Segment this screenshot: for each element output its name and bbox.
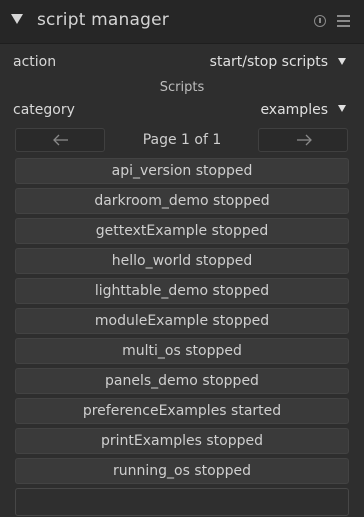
page-indicator: Page 1 of 1 (142, 132, 222, 148)
empty-script-slot[interactable] (15, 488, 349, 516)
category-value[interactable]: examples (260, 102, 328, 118)
action-label: action (13, 54, 57, 70)
script-button[interactable]: preferenceExamples started (15, 398, 349, 424)
script-button[interactable]: api_version stopped (15, 158, 349, 184)
arrow-right-icon (297, 134, 312, 146)
dropdown-arrow-icon[interactable] (338, 58, 346, 65)
dropdown-arrow-icon[interactable] (338, 105, 346, 112)
previous-page-button[interactable] (15, 128, 105, 152)
action-value[interactable]: start/stop scripts (210, 54, 328, 70)
collapse-arrow-icon[interactable] (11, 14, 23, 24)
reset-icon[interactable] (314, 15, 326, 27)
script-button[interactable]: multi_os stopped (15, 338, 349, 364)
script-button[interactable]: printExamples stopped (15, 428, 349, 454)
script-manager-panel: script manager action start/stop scripts… (0, 0, 364, 517)
script-button[interactable]: running_os stopped (15, 458, 349, 484)
script-button[interactable]: gettextExample stopped (15, 218, 349, 244)
presets-menu-icon[interactable] (337, 15, 350, 27)
script-list: api_version stopped darkroom_demo stoppe… (15, 158, 349, 517)
module-header[interactable]: script manager (0, 0, 364, 44)
script-button[interactable]: darkroom_demo stopped (15, 188, 349, 214)
script-button[interactable]: moduleExample stopped (15, 308, 349, 334)
arrow-left-icon (53, 134, 68, 146)
module-title: script manager (37, 10, 169, 30)
script-button[interactable]: hello_world stopped (15, 248, 349, 274)
script-button[interactable]: panels_demo stopped (15, 368, 349, 394)
next-page-button[interactable] (258, 128, 348, 152)
category-label: category (13, 102, 75, 118)
section-title: Scripts (159, 80, 205, 95)
script-button[interactable]: lighttable_demo stopped (15, 278, 349, 304)
